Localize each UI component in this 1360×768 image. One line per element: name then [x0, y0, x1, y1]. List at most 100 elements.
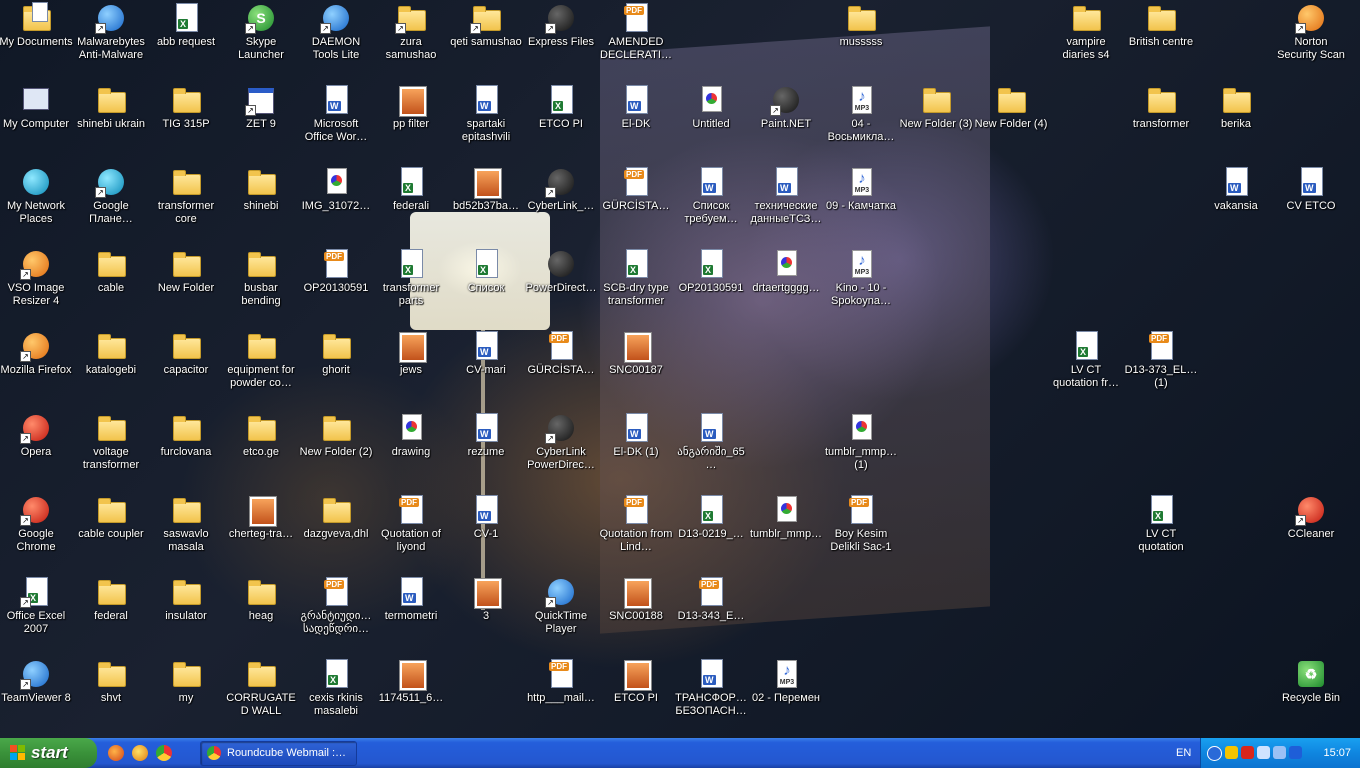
desktop-icon-musssss[interactable]: musssss [824, 0, 898, 49]
desktop-icon-snc00188[interactable]: SNC00188 [599, 574, 673, 623]
desktop-icon-katalogebi[interactable]: katalogebi [74, 328, 148, 377]
desktop-icon-voltage-transformer[interactable]: voltage transformer [74, 410, 148, 472]
desktop-icon-my-documents[interactable]: My Documents [0, 0, 73, 49]
desktop-icon-ghorit[interactable]: ghorit [299, 328, 373, 377]
desktop-icon-el-dk[interactable]: W El-DK [599, 82, 673, 131]
desktop-icon-google-chrome[interactable]: ↗ Google Chrome [0, 492, 73, 554]
desktop-icon-04[interactable]: ♪ MP3 04 - Восьмикла… [824, 82, 898, 144]
desktop-icon-item[interactable]: გრანტიუდი… სადეწდრი… [299, 574, 373, 636]
desktop-icon-http-mail[interactable]: http___mail… [524, 656, 598, 705]
desktop-icon-op20130591[interactable]: X OP20130591 [674, 246, 748, 295]
desktop-icon-qeti-samushao[interactable]: ↗ qeti samushao [449, 0, 523, 49]
desktop-icon-opera[interactable]: ↗ Opera [0, 410, 73, 459]
desktop-icon-rezume[interactable]: Wrezume [449, 410, 523, 459]
desktop-icon-federal[interactable]: federal [74, 574, 148, 623]
desktop-icon-zet-9[interactable]: ↗ ZET 9 [224, 82, 298, 131]
desktop-icon-cyberlink[interactable]: ↗ CyberLink_… [524, 164, 598, 213]
desktop-icon-1174511-6[interactable]: 1174511_6… [374, 656, 448, 705]
desktop-icon-microsoft-office-wor[interactable]: W Microsoft Office Wor… [299, 82, 373, 144]
desktop-icon-furclovana[interactable]: furclovana [149, 410, 223, 459]
desktop-icon-vakansia[interactable]: Wvakansia [1199, 164, 1273, 213]
network-icon[interactable] [1257, 746, 1270, 759]
desktop-icon-my-network-places[interactable]: My Network Places [0, 164, 73, 226]
desktop-icon-quotation-of-liyond[interactable]: Quotation of liyond [374, 492, 448, 554]
desktop-icon-cv-mari[interactable]: W CV-mari [449, 328, 523, 377]
desktop-icon-recycle-bin[interactable]: ♻ Recycle Bin [1274, 656, 1348, 705]
desktop-icon-item[interactable]: X Список [449, 246, 523, 295]
desktop-icon-drtaertgggg[interactable]: drtaertgggg… [749, 246, 823, 295]
desktop-icon-cyberlink-powerdirec[interactable]: ↗ CyberLink PowerDirec… [524, 410, 598, 472]
language-indicator[interactable]: EN [1176, 738, 1191, 768]
back-arrow-icon[interactable] [1207, 746, 1222, 761]
desktop-icon-kino-10-spokoyna[interactable]: ♪ MP3 Kino - 10 - Spokoyna… [824, 246, 898, 308]
start-button[interactable]: start [0, 738, 97, 768]
desktop-icon-new-folder-4[interactable]: New Folder (4) [974, 82, 1048, 131]
malwarebytes-icon[interactable] [1289, 746, 1302, 759]
desktop-icon-transformer-parts[interactable]: Xtransformer parts [374, 246, 448, 308]
desktop-icon-shvt[interactable]: shvt [74, 656, 148, 705]
desktop-icon-item[interactable]: W ТРАНСФОР… БЕЗОПАСН… [674, 656, 748, 718]
desktop-icon-termometri[interactable]: Wtermometri [374, 574, 448, 623]
desktop-icon-teamviewer-8[interactable]: ↗ TeamViewer 8 [0, 656, 73, 705]
desktop-icon-lv-ct-quotation-fr[interactable]: X LV CT quotation fr… [1049, 328, 1123, 390]
desktop-icon-zura-samushao[interactable]: ↗ zura samushao [374, 0, 448, 62]
desktop-icon-shinebi-ukrain[interactable]: shinebi ukrain [74, 82, 148, 131]
desktop-icon-jews[interactable]: jews [374, 328, 448, 377]
desktop[interactable]: My Documents ↗ Malwarebytes Anti-Malware Xa… [0, 0, 1360, 738]
desktop-icon-my[interactable]: my [149, 656, 223, 705]
security-icon[interactable] [1241, 746, 1254, 759]
desktop-icon-new-folder-3[interactable]: New Folder (3) [899, 82, 973, 131]
antivirus-icon[interactable] [1225, 746, 1238, 759]
desktop-icon-insulator[interactable]: insulator [149, 574, 223, 623]
desktop-icon-transformer[interactable]: transformer [1124, 82, 1198, 131]
desktop-icon-new-folder[interactable]: New Folder [149, 246, 223, 295]
messenger-icon[interactable] [132, 745, 148, 761]
desktop-icon-federali[interactable]: Xfederali [374, 164, 448, 213]
desktop-icon-tumblr-mmp[interactable]: tumblr_mmp… [749, 492, 823, 541]
desktop-icon-amended-declerati[interactable]: AMENDED DECLERATI… [599, 0, 673, 62]
desktop-icon-my-computer[interactable]: My Computer [0, 82, 73, 131]
desktop-icon-mozilla-firefox[interactable]: ↗ Mozilla Firefox [0, 328, 73, 377]
desktop-icon-busbar-bending[interactable]: busbar bending [224, 246, 298, 308]
desktop-icon-d13-373-el-1[interactable]: D13-373_EL… (1) [1124, 328, 1198, 390]
volume-icon[interactable] [1273, 746, 1286, 759]
desktop-icon-skype-launcher[interactable]: S ↗ Skype Launcher [224, 0, 298, 62]
desktop-icon-el-dk-1[interactable]: W El-DK (1) [599, 410, 673, 459]
desktop-icon-vampire-diaries-s4[interactable]: vampire diaries s4 [1049, 0, 1123, 62]
desktop-icon-d13-0219[interactable]: X D13-0219_… [674, 492, 748, 541]
desktop-icon-pp-filter[interactable]: pp filter [374, 82, 448, 131]
desktop-icon-etco-pi[interactable]: ETCO PI [599, 656, 673, 705]
desktop-icon-lv-ct-quotation[interactable]: X LV CT quotation [1124, 492, 1198, 554]
desktop-icon-bd52b37ba[interactable]: bd52b37ba… [449, 164, 523, 213]
desktop-icon-equipment-for-powder-co[interactable]: equipment for powder co… [224, 328, 298, 390]
desktop-icon-heag[interactable]: heag [224, 574, 298, 623]
desktop-icon-etco-pi[interactable]: X ETCO PI [524, 82, 598, 131]
desktop-icon-paint-net[interactable]: ↗ Paint.NET [749, 82, 823, 131]
desktop-icon-new-folder-2[interactable]: New Folder (2) [299, 410, 373, 459]
desktop-icon-tig-315p[interactable]: TIG 315P [149, 82, 223, 131]
desktop-icon-vso-image-resizer-4[interactable]: ↗ VSO Image Resizer 4 [0, 246, 73, 308]
desktop-icon-boy-kesim-delikli-sac-1[interactable]: Boy Kesim Delikli Sac-1 [824, 492, 898, 554]
desktop-icon-cable[interactable]: cable [74, 246, 148, 295]
desktop-icon-g-rci-sta[interactable]: GÜRCİSTA… [599, 164, 673, 213]
desktop-icon-cv-etco[interactable]: W CV ETCO [1274, 164, 1348, 213]
desktop-icon-express-files[interactable]: ↗ Express Files [524, 0, 598, 49]
desktop-icon-img-31072[interactable]: IMG_31072… [299, 164, 373, 213]
desktop-icon-09[interactable]: ♪ MP3 09 - Камчатка [824, 164, 898, 213]
desktop-icon-item[interactable]: W Список требуем… [674, 164, 748, 226]
desktop-icon-02[interactable]: ♪ MP3 02 - Перемен [749, 656, 823, 705]
desktop-icon-quotation-from-lind[interactable]: Quotation from Lind… [599, 492, 673, 554]
desktop-icon-cable-coupler[interactable]: cable coupler [74, 492, 148, 541]
desktop-icon-scb-dry-type-transformer[interactable]: X SCB-dry type transformer [599, 246, 673, 308]
desktop-icon-capacitor[interactable]: capacitor [149, 328, 223, 377]
desktop-icon-berika[interactable]: berika [1199, 82, 1273, 131]
desktop-icon-cv-1[interactable]: W CV-1 [449, 492, 523, 541]
desktop-icon-65[interactable]: Wანგარიში_65… [674, 410, 748, 472]
desktop-icon-saswavlo-masala[interactable]: saswavlo masala [149, 492, 223, 554]
chrome-icon[interactable] [156, 745, 172, 761]
desktop-icon-3[interactable]: 3 [449, 574, 523, 623]
firefox-icon[interactable] [108, 745, 124, 761]
desktop-icon-g-rci-sta[interactable]: GÜRCİSTA… [524, 328, 598, 377]
desktop-icon-etco-ge[interactable]: etco.ge [224, 410, 298, 459]
desktop-icon-dazgveva-dhl[interactable]: dazgveva,dhl [299, 492, 373, 541]
